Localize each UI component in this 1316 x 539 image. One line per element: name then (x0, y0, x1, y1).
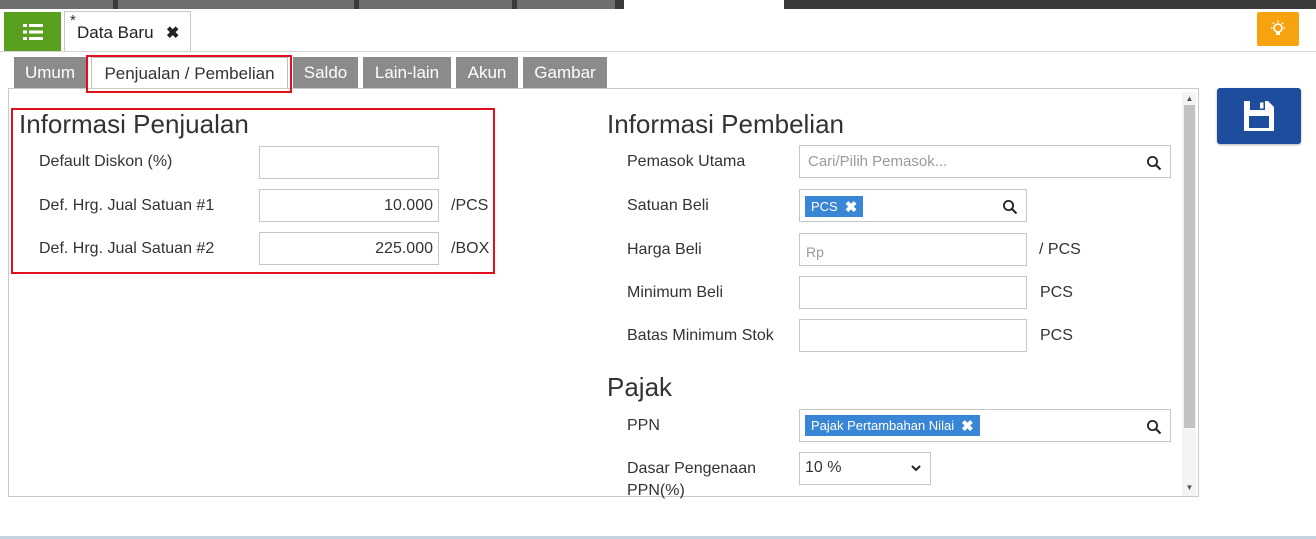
purchase-unit-chip: PCS ✖ (805, 196, 864, 217)
window-tab-active[interactable] (624, 0, 784, 9)
ppn-label: PPN (627, 417, 660, 434)
tab-lain-lain[interactable]: Lain-lain (363, 57, 451, 89)
save-button[interactable] (1217, 88, 1301, 144)
minimum-stock-label: Batas Minimum Stok (627, 327, 774, 344)
ppn-base-label-2: PPN(%) (627, 482, 685, 499)
scrollbar-thumb[interactable] (1184, 105, 1195, 428)
search-icon[interactable] (1146, 155, 1162, 171)
minimum-stock-input[interactable] (799, 319, 1027, 352)
purchase-price-suffix: / PCS (1039, 241, 1081, 258)
remove-chip-icon[interactable]: ✖ (961, 417, 974, 435)
minimum-purchase-suffix: PCS (1040, 284, 1073, 301)
purchase-unit-chip-label: PCS (811, 199, 838, 214)
document-tab-title: Data Baru (77, 23, 154, 42)
window-tab[interactable] (359, 0, 512, 9)
unsaved-marker: * (70, 12, 76, 29)
ppn-base-select[interactable]: 10 % (799, 452, 931, 485)
list-icon (22, 23, 43, 40)
tax-section-title: Pajak (607, 372, 673, 402)
close-icon[interactable]: ✖ (166, 23, 179, 43)
default-discount-input[interactable] (259, 146, 439, 179)
price-unit-2-suffix: /BOX (451, 240, 490, 257)
default-discount-label: Default Diskon (%) (39, 153, 173, 170)
main-supplier-label: Pemasok Utama (627, 153, 746, 170)
tab-umum[interactable]: Umum (14, 57, 86, 89)
price-unit-1-input[interactable]: 10.000 (259, 189, 439, 222)
window-tab[interactable] (517, 0, 615, 9)
lightbulb-icon (1271, 20, 1285, 35)
scroll-up-icon[interactable]: ▲ (1184, 94, 1195, 104)
price-unit-2-label: Def. Hrg. Jual Satuan #2 (39, 240, 215, 257)
tab-penjualan-pembelian[interactable]: Penjualan / Pembelian (91, 57, 288, 89)
floppy-disk-icon (1244, 101, 1274, 131)
window-tab[interactable] (0, 0, 113, 9)
minimum-purchase-label: Minimum Beli (627, 284, 724, 301)
tab-saldo[interactable]: Saldo (293, 57, 358, 89)
search-icon[interactable] (1002, 199, 1018, 215)
purchase-price-input[interactable]: Rp (799, 233, 1027, 266)
price-unit-2-input[interactable]: 225.000 (259, 232, 439, 265)
minimum-stock-suffix: PCS (1040, 327, 1073, 344)
search-icon[interactable] (1146, 419, 1162, 435)
purchase-unit-label: Satuan Beli (627, 197, 709, 214)
ppn-chip: Pajak Pertambahan Nilai ✖ (805, 415, 980, 436)
price-unit-1-suffix: /PCS (451, 197, 489, 214)
sales-section-title: Informasi Penjualan (19, 109, 249, 139)
scroll-down-icon[interactable]: ▼ (1184, 483, 1195, 493)
chevron-down-icon (911, 465, 921, 472)
price-unit-1-label: Def. Hrg. Jual Satuan #1 (39, 197, 215, 214)
remove-chip-icon[interactable]: ✖ (845, 198, 858, 216)
main-supplier-input[interactable]: Cari/Pilih Pemasok... (799, 145, 1171, 178)
header-divider (0, 51, 1316, 52)
document-tab[interactable]: * Data Baru ✖ (64, 11, 191, 52)
menu-button[interactable] (4, 12, 61, 51)
purchase-price-placeholder: Rp (806, 244, 824, 260)
ppn-base-label: Dasar Pengenaan (627, 460, 756, 477)
purchase-price-label: Harga Beli (627, 241, 702, 258)
hint-button[interactable] (1257, 12, 1299, 46)
purchase-section-title: Informasi Pembelian (607, 109, 844, 139)
tab-akun[interactable]: Akun (456, 57, 518, 89)
minimum-purchase-input[interactable] (799, 276, 1027, 309)
main-supplier-placeholder: Cari/Pilih Pemasok... (808, 153, 948, 170)
ppn-base-selected: 10 % (805, 459, 842, 476)
ppn-chip-label: Pajak Pertambahan Nilai (811, 418, 955, 433)
window-tab[interactable] (118, 0, 354, 9)
tab-gambar[interactable]: Gambar (523, 57, 607, 89)
